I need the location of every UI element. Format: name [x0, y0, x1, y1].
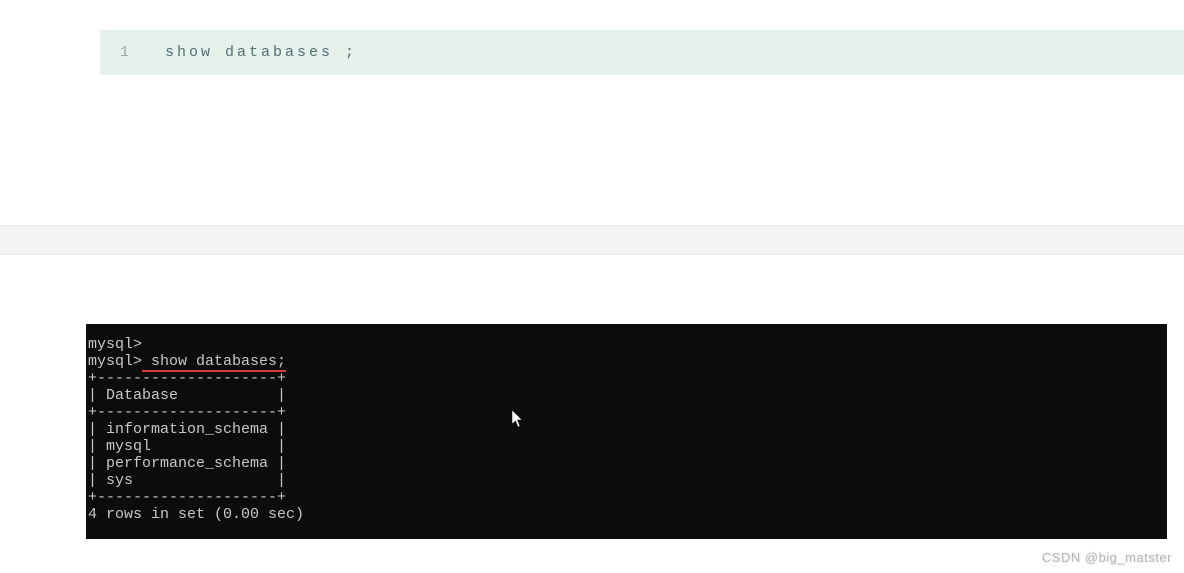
code-line-number: 1 [100, 44, 150, 61]
terminal-divider: +--------------------+ [88, 404, 286, 421]
terminal-result: 4 rows in set (0.00 sec) [88, 506, 304, 523]
terminal-header-right: | [178, 387, 286, 404]
terminal-divider: +--------------------+ [88, 370, 286, 387]
terminal-row: | performance_schema | [88, 455, 286, 472]
terminal-prompt: mysql> [88, 353, 142, 370]
terminal-row: | sys | [88, 472, 286, 489]
terminal-header-text: Database [106, 387, 178, 404]
terminal-row: | mysql | [88, 438, 286, 455]
terminal-output: mysql> mysql> show databases; +---------… [86, 324, 1167, 539]
terminal-header-left: | [88, 387, 106, 404]
code-block: 1 show databases ; [100, 30, 1184, 75]
code-text: show databases ; [150, 44, 357, 61]
separator-band [0, 225, 1184, 255]
terminal-divider: +--------------------+ [88, 489, 286, 506]
watermark-text: CSDN @big_matster [1042, 550, 1172, 565]
terminal-row: | information_schema | [88, 421, 286, 438]
terminal-prompt: mysql> [88, 336, 142, 353]
